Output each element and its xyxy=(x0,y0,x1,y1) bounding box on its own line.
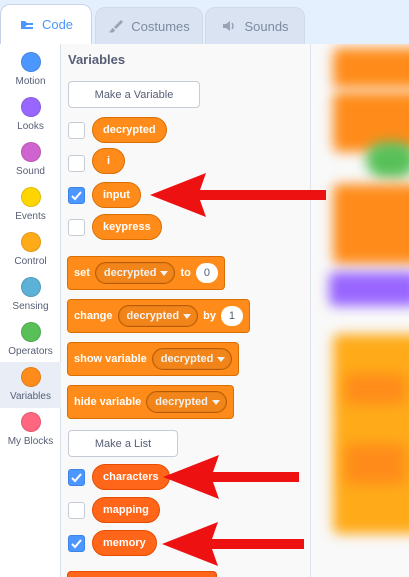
variable-checkbox-keypress[interactable] xyxy=(68,219,85,236)
variable-checkbox-decrypted[interactable] xyxy=(68,122,85,139)
script-block xyxy=(366,142,409,178)
list-checkbox-memory[interactable] xyxy=(68,535,85,552)
dropdown-label: decrypted xyxy=(126,310,180,322)
list-reporter-characters[interactable]: characters xyxy=(92,464,170,490)
list-checkbox-mapping[interactable] xyxy=(68,502,85,519)
category-motion[interactable]: Motion xyxy=(0,49,61,93)
paintbrush-icon xyxy=(108,18,124,34)
category-variables[interactable]: Variables xyxy=(0,362,61,408)
dropdown-caret-icon xyxy=(183,313,192,319)
block-text: by xyxy=(203,310,216,322)
category-control[interactable]: Control xyxy=(0,229,61,273)
block-text: set xyxy=(74,267,90,279)
script-block xyxy=(333,334,409,534)
sound-color-dot xyxy=(20,142,41,162)
tab-sounds[interactable]: Sounds xyxy=(205,7,305,44)
change-variable-block[interactable]: change decrypted by 1 xyxy=(67,299,250,333)
list-reporter-mapping[interactable]: mapping xyxy=(92,497,160,523)
speaker-icon xyxy=(221,18,237,34)
checkmark-icon xyxy=(71,191,82,201)
category-label: Looks xyxy=(17,121,44,132)
looks-color-dot xyxy=(20,97,41,117)
category-label: Operators xyxy=(8,346,53,357)
make-list-button[interactable]: Make a List xyxy=(68,430,178,457)
category-label: Sensing xyxy=(12,301,49,312)
script-block xyxy=(345,444,405,484)
dropdown-caret-icon xyxy=(160,270,169,276)
block-text: to xyxy=(180,267,191,279)
category-label: My Blocks xyxy=(7,436,54,447)
category-events[interactable]: Events xyxy=(0,184,61,228)
script-block xyxy=(333,184,409,264)
dropdown-caret-icon xyxy=(211,399,220,405)
section-title-variables: Variables xyxy=(68,52,126,67)
list-reporter-memory[interactable]: memory xyxy=(92,530,157,556)
dropdown-label: decrypted xyxy=(103,267,157,279)
events-color-dot xyxy=(20,187,41,207)
list-block-partial[interactable] xyxy=(67,571,217,577)
dropdown-label: decrypted xyxy=(160,353,214,365)
value-input[interactable]: 0 xyxy=(195,263,218,283)
hide-variable-block[interactable]: hide variable decrypted xyxy=(67,385,234,419)
code-icon xyxy=(19,17,35,33)
category-label: Events xyxy=(15,211,46,222)
tab-code[interactable]: Code xyxy=(0,4,92,44)
variable-reporter-input[interactable]: input xyxy=(92,182,141,208)
sensing-color-dot xyxy=(20,277,41,297)
script-block xyxy=(329,272,409,306)
red-arrow-icon xyxy=(163,455,299,499)
variable-dropdown[interactable]: decrypted xyxy=(151,348,233,370)
red-arrow-icon xyxy=(162,522,304,566)
list-checkbox-characters[interactable] xyxy=(68,469,85,486)
set-variable-block[interactable]: set decrypted to 0 xyxy=(67,256,225,290)
category-menu: Motion Looks Sound Events Control Sensin… xyxy=(0,44,61,577)
variable-checkbox-input[interactable] xyxy=(68,187,85,204)
category-label: Motion xyxy=(15,76,46,87)
operators-color-dot xyxy=(20,322,41,342)
variables-color-dot xyxy=(20,367,41,387)
variable-dropdown[interactable]: decrypted xyxy=(94,262,176,284)
tab-sounds-label: Sounds xyxy=(244,18,289,34)
category-label: Variables xyxy=(10,391,51,402)
variable-reporter-i[interactable]: i xyxy=(92,148,125,174)
block-text: change xyxy=(74,310,113,322)
variable-reporter-decrypted[interactable]: decrypted xyxy=(92,117,167,143)
checkmark-icon xyxy=(71,473,82,483)
block-text: hide variable xyxy=(74,396,142,408)
value-input[interactable]: 1 xyxy=(220,306,243,326)
checkmark-icon xyxy=(71,539,82,549)
motion-color-dot xyxy=(20,52,41,72)
show-variable-block[interactable]: show variable decrypted xyxy=(67,342,240,376)
variable-dropdown[interactable]: decrypted xyxy=(146,391,227,413)
variable-reporter-keypress[interactable]: keypress xyxy=(92,214,162,240)
tab-code-label: Code xyxy=(41,17,74,32)
category-looks[interactable]: Looks xyxy=(0,94,61,138)
category-label: Control xyxy=(14,256,47,267)
category-sensing[interactable]: Sensing xyxy=(0,274,61,318)
dropdown-caret-icon xyxy=(217,356,226,362)
script-area[interactable] xyxy=(311,44,409,577)
category-sound[interactable]: Sound xyxy=(0,139,61,183)
category-label: Sound xyxy=(16,166,45,177)
category-operators[interactable]: Operators xyxy=(0,319,61,363)
script-block xyxy=(345,374,405,404)
block-text: show variable xyxy=(74,353,147,365)
variable-checkbox-i[interactable] xyxy=(68,155,85,172)
control-color-dot xyxy=(20,232,41,252)
make-variable-button[interactable]: Make a Variable xyxy=(68,81,200,108)
my-blocks-color-dot xyxy=(20,412,41,432)
editor-tab-bar: Code Costumes Sounds xyxy=(0,0,409,44)
red-arrow-icon xyxy=(150,173,326,217)
dropdown-label: decrypted xyxy=(155,396,208,408)
variable-dropdown[interactable]: decrypted xyxy=(117,305,199,327)
tab-costumes[interactable]: Costumes xyxy=(95,7,203,44)
script-block xyxy=(333,48,409,88)
category-my-blocks[interactable]: My Blocks xyxy=(0,409,61,453)
tab-costumes-label: Costumes xyxy=(131,18,190,34)
